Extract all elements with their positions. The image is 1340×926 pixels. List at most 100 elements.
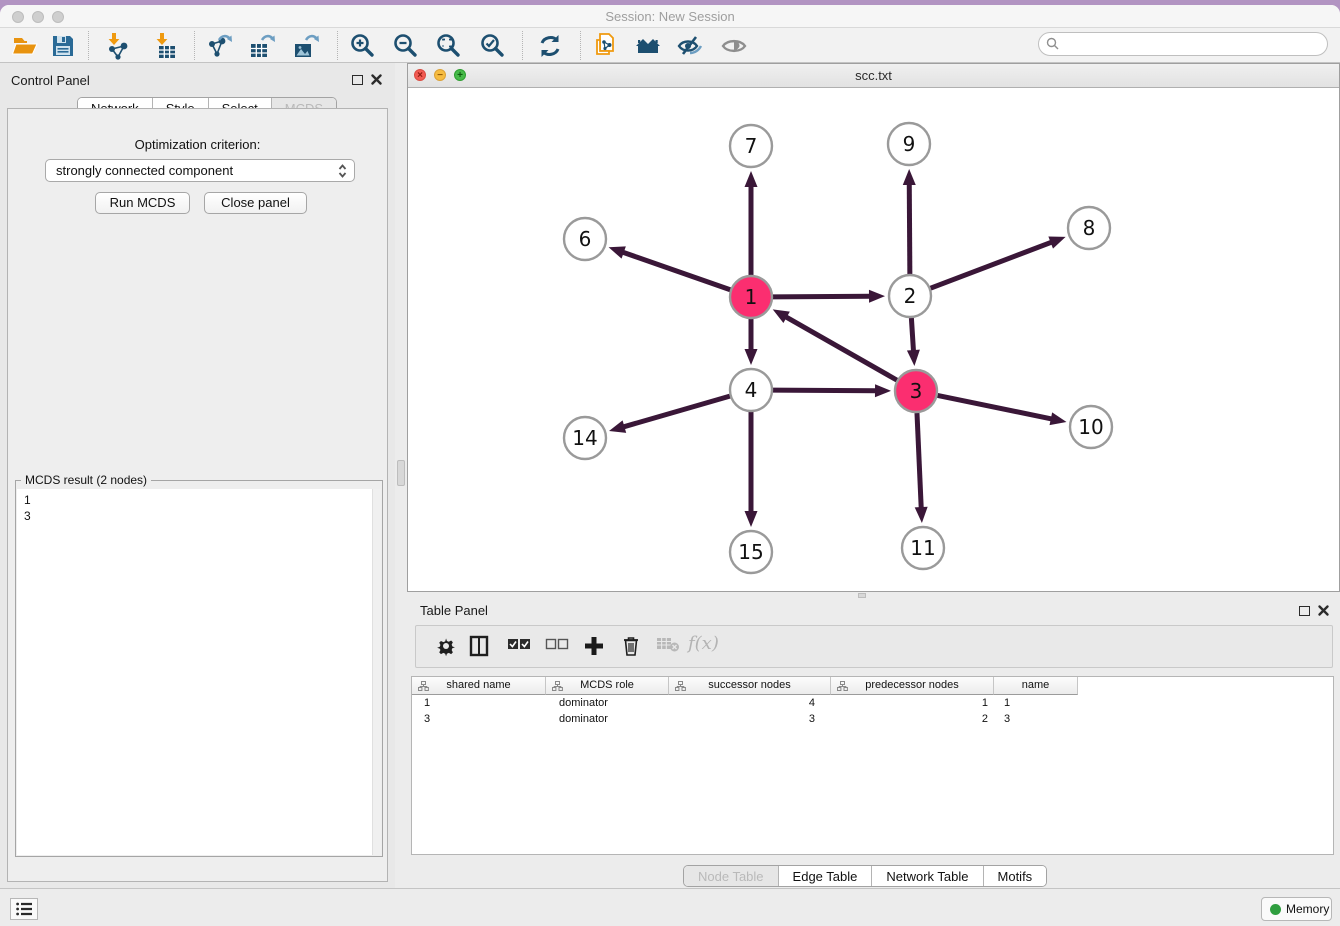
edge-4-3[interactable] xyxy=(773,390,877,391)
tab-node-table[interactable]: Node Table xyxy=(684,866,778,886)
mcds-result-list[interactable]: 1 3 xyxy=(17,489,381,855)
network-window-titlebar[interactable]: × − + scc.txt xyxy=(408,64,1339,88)
table-cell[interactable]: 1 xyxy=(994,695,1078,711)
column-header-predecessor-nodes[interactable]: predecessor nodes xyxy=(831,677,994,695)
zoom-in-icon[interactable] xyxy=(349,32,377,60)
arrowhead-icon xyxy=(915,507,928,523)
node-7[interactable]: 7 xyxy=(730,125,772,167)
close-panel-icon[interactable] xyxy=(370,73,383,86)
edge-4-14[interactable] xyxy=(622,396,729,427)
export-network-icon[interactable] xyxy=(206,32,234,60)
node-9[interactable]: 9 xyxy=(888,123,930,165)
edge-2-9[interactable] xyxy=(909,183,910,274)
table-cell[interactable]: 2 xyxy=(831,711,994,727)
svg-text:4: 4 xyxy=(745,378,758,402)
table-row[interactable]: 1dominator411 xyxy=(412,695,1333,711)
zoom-selected-icon[interactable] xyxy=(479,32,507,60)
node-8[interactable]: 8 xyxy=(1068,207,1110,249)
tab-network-table[interactable]: Network Table xyxy=(871,866,982,886)
criterion-dropdown[interactable]: strongly connected component xyxy=(45,159,355,182)
eye-icon[interactable] xyxy=(720,32,748,60)
node-2[interactable]: 2 xyxy=(889,275,931,317)
zoom-fit-icon[interactable] xyxy=(435,32,463,60)
table-cell[interactable]: dominator xyxy=(546,695,669,711)
table-cell[interactable]: 3 xyxy=(669,711,831,727)
tab-motifs[interactable]: Motifs xyxy=(983,866,1047,886)
node-6[interactable]: 6 xyxy=(564,218,606,260)
float-table-panel-icon[interactable] xyxy=(1299,606,1310,616)
edge-2-3[interactable] xyxy=(911,318,913,352)
arrowhead-icon xyxy=(1048,236,1065,248)
task-history-button[interactable] xyxy=(10,898,38,920)
node-3[interactable]: 3 xyxy=(895,370,937,412)
function-builder-icon[interactable]: f(x) xyxy=(688,633,719,657)
column-header-shared-name[interactable]: shared name xyxy=(412,677,546,695)
import-network-icon[interactable] xyxy=(104,32,132,60)
table-cell[interactable]: 1 xyxy=(412,695,546,711)
node-1[interactable]: 1 xyxy=(730,276,772,318)
delete-column-icon[interactable] xyxy=(621,635,641,659)
table-cell[interactable] xyxy=(1078,711,1333,727)
edge-3-10[interactable] xyxy=(938,395,1053,419)
memory-button[interactable]: Memory xyxy=(1261,897,1332,921)
column-header-successor-nodes[interactable]: successor nodes xyxy=(669,677,831,695)
search-input[interactable] xyxy=(1038,32,1328,56)
edge-2-8[interactable] xyxy=(931,242,1053,288)
window-chrome: Session: New Session xyxy=(0,5,1340,926)
node-4[interactable]: 4 xyxy=(730,369,772,411)
arrowhead-icon xyxy=(609,246,626,258)
svg-text:1: 1 xyxy=(745,285,758,309)
table-cell[interactable]: 1 xyxy=(831,695,994,711)
network-graph[interactable]: 7 9 6 8 1 2 4 3 14 10 15 11 xyxy=(408,88,1339,591)
edge-1-6[interactable] xyxy=(622,252,730,290)
refresh-icon[interactable] xyxy=(536,32,564,60)
home-icon[interactable] xyxy=(634,32,662,60)
deselect-all-columns-icon[interactable] xyxy=(545,635,571,659)
table-cell[interactable]: dominator xyxy=(546,711,669,727)
gear-icon[interactable] xyxy=(435,635,457,659)
save-session-icon[interactable] xyxy=(49,32,77,60)
node-11[interactable]: 11 xyxy=(902,527,944,569)
status-bar: Memory xyxy=(0,888,1340,926)
clone-network-icon[interactable] xyxy=(592,32,620,60)
main-titlebar[interactable]: Session: New Session xyxy=(0,5,1340,28)
splitter-grip[interactable] xyxy=(397,460,405,486)
open-session-icon[interactable] xyxy=(11,32,39,60)
export-table-icon[interactable] xyxy=(248,32,276,60)
toolbar-separator xyxy=(194,31,195,60)
select-all-columns-icon[interactable] xyxy=(507,635,533,659)
add-column-icon[interactable] xyxy=(583,635,605,659)
column-view-icon[interactable] xyxy=(469,635,490,659)
vertical-splitter[interactable] xyxy=(395,63,407,888)
tab-edge-table[interactable]: Edge Table xyxy=(778,866,872,886)
node-14[interactable]: 14 xyxy=(564,417,606,459)
column-header-name[interactable]: name xyxy=(994,677,1078,695)
node-10[interactable]: 10 xyxy=(1070,406,1112,448)
arrowhead-icon xyxy=(745,511,758,527)
export-image-icon[interactable] xyxy=(292,32,320,60)
hide-graphics-details-icon[interactable] xyxy=(676,32,704,60)
zoom-out-icon[interactable] xyxy=(392,32,420,60)
network-canvas[interactable]: 7 9 6 8 1 2 4 3 14 10 15 11 xyxy=(408,88,1339,591)
table-rows: 1dominator4113dominator323 xyxy=(412,695,1333,727)
table-row[interactable]: 3dominator323 xyxy=(412,711,1333,727)
close-table-panel-icon[interactable] xyxy=(1317,604,1330,617)
import-table-icon[interactable] xyxy=(152,32,180,60)
float-panel-icon[interactable] xyxy=(352,75,363,85)
edge-3-11[interactable] xyxy=(917,413,921,509)
table-cell[interactable]: 3 xyxy=(412,711,546,727)
table-cell[interactable] xyxy=(1078,695,1333,711)
node-15[interactable]: 15 xyxy=(730,531,772,573)
edge-3-1[interactable] xyxy=(785,316,897,380)
search-field xyxy=(1038,32,1328,56)
run-mcds-button[interactable]: Run MCDS xyxy=(95,192,190,214)
edge-1-2[interactable] xyxy=(773,296,871,297)
close-panel-button[interactable]: Close panel xyxy=(204,192,307,214)
column-header-mcds-role[interactable]: MCDS role xyxy=(546,677,669,695)
table-cell[interactable]: 4 xyxy=(669,695,831,711)
mcds-panel: Optimization criterion: strongly connect… xyxy=(7,108,388,882)
table-cell[interactable]: 3 xyxy=(994,711,1078,727)
result-scrollbar[interactable] xyxy=(372,489,381,855)
arrowhead-icon xyxy=(745,349,758,365)
delete-table-icon[interactable] xyxy=(656,635,680,659)
